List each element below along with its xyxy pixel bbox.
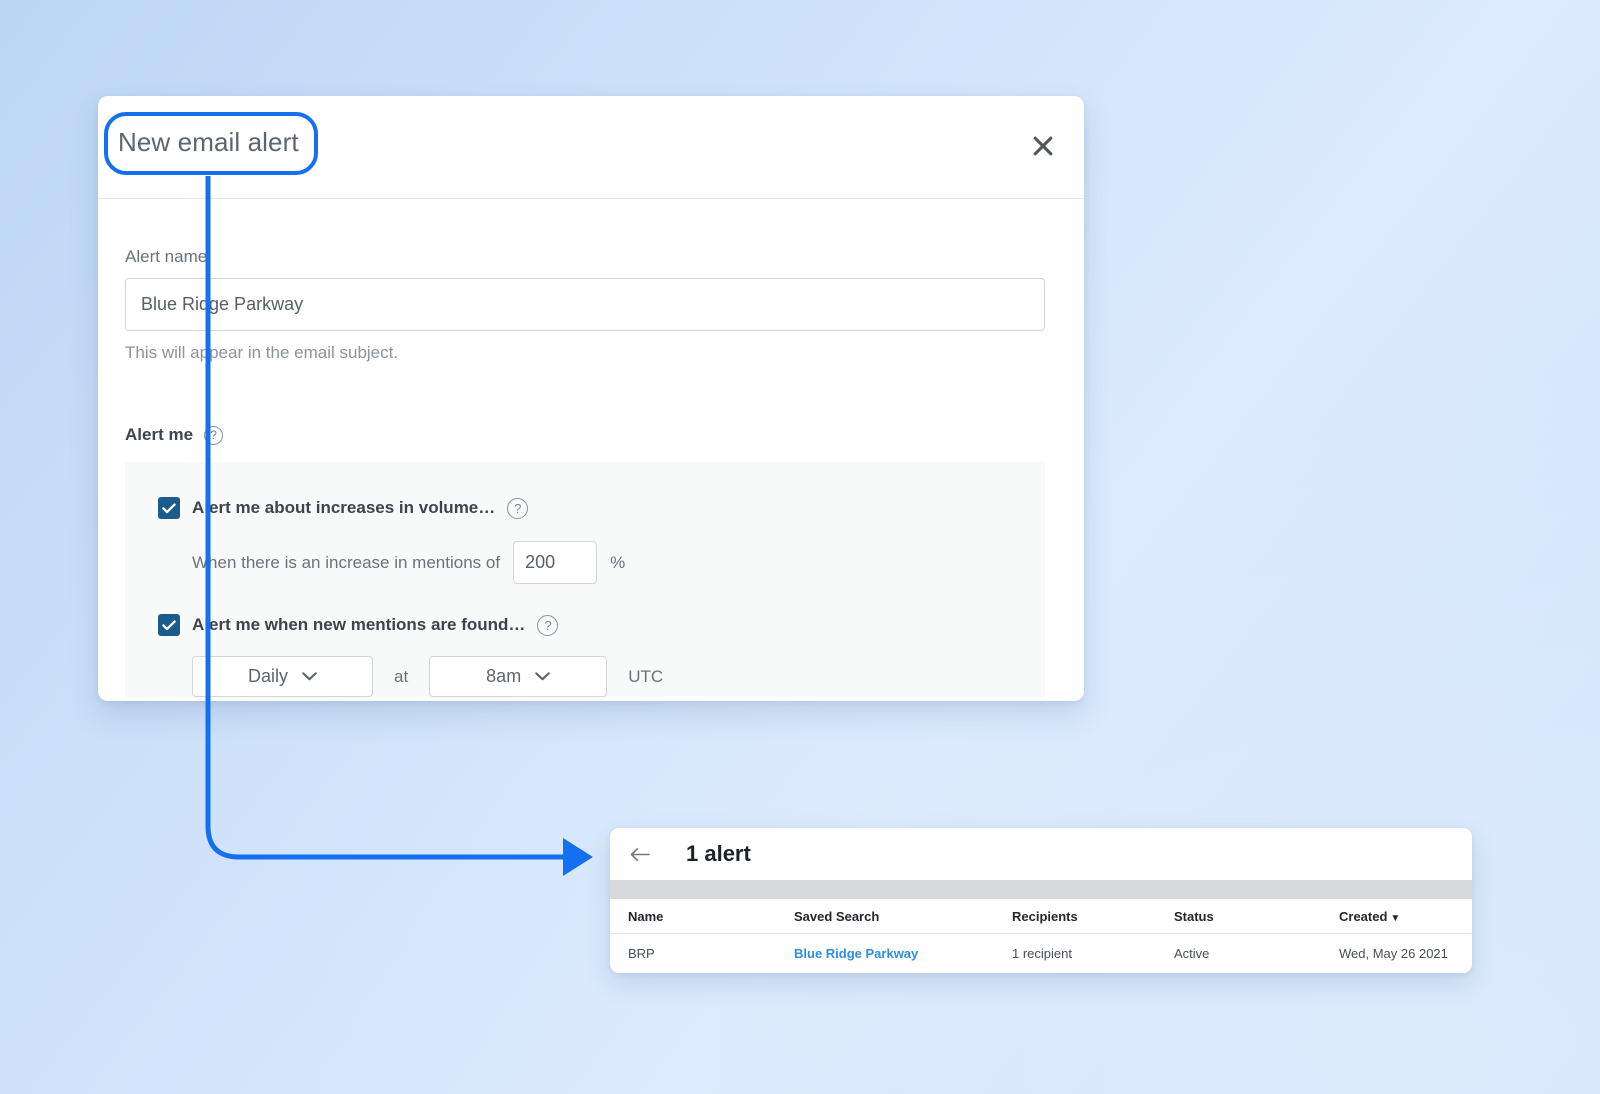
- dialog-header: New email alert: [98, 96, 1084, 199]
- alert-me-heading-row: Alert me ?: [125, 425, 1048, 445]
- column-header-name[interactable]: Name: [610, 899, 794, 934]
- alerts-count-title: 1 alert: [686, 841, 751, 866]
- column-header-name-label: Name: [628, 909, 664, 924]
- alert-name-input[interactable]: [125, 278, 1045, 331]
- column-header-saved-search-label: Saved Search: [794, 909, 880, 924]
- chevron-down-icon: [302, 672, 317, 681]
- column-header-recipients[interactable]: Recipients: [1012, 899, 1174, 934]
- new-email-alert-dialog: New email alert Alert name This will app…: [98, 96, 1084, 701]
- alerts-panel-header: 1 alert: [610, 828, 1472, 880]
- close-icon[interactable]: [1023, 126, 1063, 166]
- alert-name-hint: This will appear in the email subject.: [125, 343, 399, 362]
- alerts-table: Name Saved Search Recipients Status Crea…: [610, 899, 1472, 971]
- dialog-body: Alert name This will appear in the email…: [98, 199, 1084, 697]
- schedule-row: Daily at 8am UTC: [192, 656, 1045, 697]
- volume-threshold-prefix: When there is an increase in mentions of: [192, 552, 501, 572]
- column-header-saved-search[interactable]: Saved Search: [794, 899, 1012, 934]
- saved-search-link[interactable]: Blue Ridge Parkway: [794, 946, 918, 961]
- table-row[interactable]: BRP Blue Ridge Parkway 1 recipient Activ…: [610, 934, 1472, 972]
- alert-name-label: Alert name: [125, 247, 208, 266]
- help-icon[interactable]: ?: [204, 425, 224, 445]
- table-header-row: Name Saved Search Recipients Status Crea…: [610, 899, 1472, 934]
- time-select[interactable]: 8am: [429, 656, 608, 697]
- volume-percent-input[interactable]: [513, 541, 598, 584]
- help-icon[interactable]: ?: [507, 497, 529, 519]
- cell-recipients: 1 recipient: [1012, 946, 1072, 961]
- cell-created: Wed, May 26 2021: [1339, 946, 1448, 961]
- sort-descending-icon: ▼: [1390, 913, 1401, 924]
- percent-symbol: %: [610, 552, 626, 572]
- volume-increase-label: Alert me about increases in volume…: [192, 498, 496, 517]
- chevron-down-icon: [535, 672, 550, 681]
- timezone-label: UTC: [628, 666, 664, 686]
- back-arrow-icon[interactable]: [628, 842, 652, 866]
- dialog-title: New email alert: [118, 127, 299, 157]
- new-mentions-label: Alert me when new mentions are found…: [192, 615, 526, 634]
- alert-options-panel: Alert me about increases in volume… ? Wh…: [125, 462, 1045, 697]
- column-header-status[interactable]: Status: [1174, 899, 1339, 934]
- volume-increase-option-row: Alert me about increases in volume… ?: [158, 497, 1045, 519]
- time-select-value: 8am: [486, 666, 522, 686]
- volume-increase-checkbox[interactable]: [158, 497, 180, 519]
- cell-name: BRP: [628, 946, 655, 961]
- alert-me-heading: Alert me: [125, 425, 194, 444]
- alerts-list-panel: 1 alert Name Saved Search Recipients Sta…: [610, 828, 1472, 973]
- alerts-divider-band: [610, 880, 1472, 899]
- at-label: at: [394, 666, 409, 686]
- cell-saved-search: Blue Ridge Parkway: [794, 934, 1012, 972]
- new-mentions-option-row: Alert me when new mentions are found… ?: [158, 614, 1045, 636]
- column-header-created-label: Created: [1339, 909, 1388, 924]
- frequency-select[interactable]: Daily: [192, 656, 373, 697]
- frequency-select-value: Daily: [247, 666, 288, 686]
- column-header-created[interactable]: Created ▼: [1339, 899, 1472, 934]
- cell-status: Active: [1174, 946, 1210, 961]
- new-mentions-checkbox[interactable]: [158, 614, 180, 636]
- help-icon[interactable]: ?: [537, 614, 559, 636]
- column-header-recipients-label: Recipients: [1012, 909, 1078, 924]
- volume-threshold-row: When there is an increase in mentions of…: [192, 541, 1045, 584]
- column-header-status-label: Status: [1174, 909, 1214, 924]
